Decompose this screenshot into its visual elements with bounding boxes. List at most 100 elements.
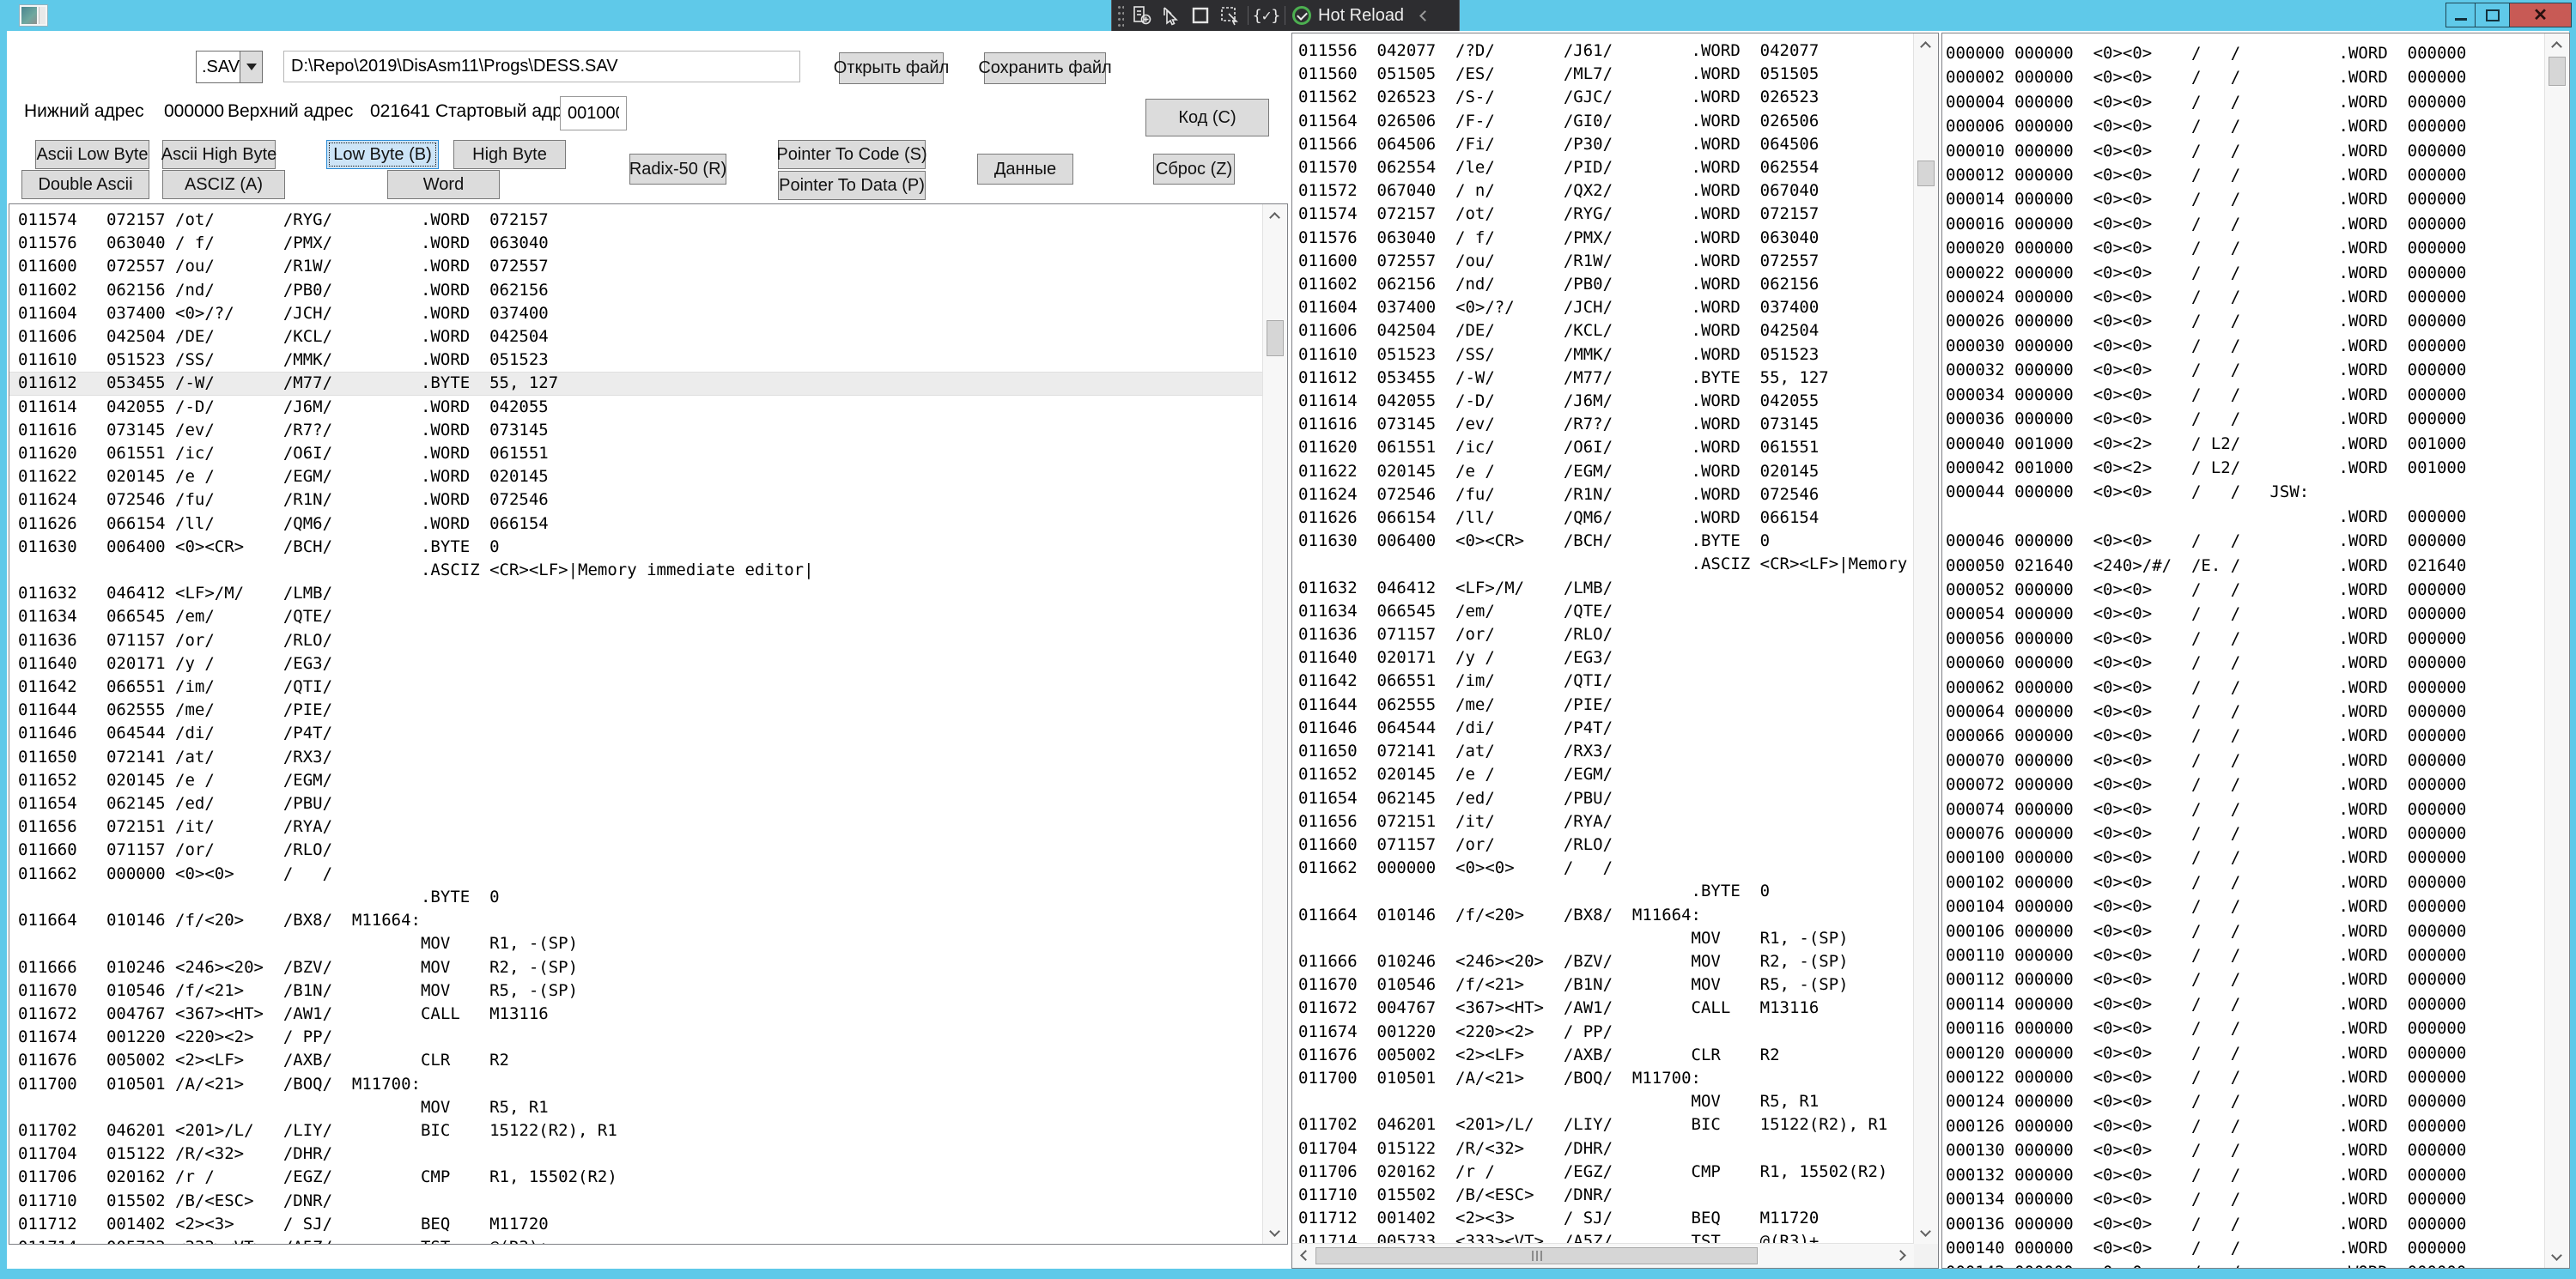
save-file-button[interactable]: Сохранить файл [984, 52, 1106, 84]
data-row-line[interactable]: 011702 046201 <201>/L/ /LIY/ BIC 15122(R… [1292, 1113, 1914, 1137]
data-row-line[interactable]: 000024 000000 <0><0> / / .WORD 000000 [1942, 285, 2545, 309]
data-row-line[interactable]: 011564 026506 /F-/ /GI0/ .WORD 026506 [1292, 110, 1914, 133]
data-row-line[interactable]: 011634 066545 /em/ /QTE/ [9, 605, 1263, 628]
close-button[interactable]: ✕ [2509, 3, 2571, 27]
data-row-line[interactable]: 011660 071157 /or/ /RLO/ [9, 839, 1263, 862]
data-row-line[interactable]: 000052 000000 <0><0> / / .WORD 000000 [1942, 578, 2545, 602]
dropdown-button[interactable] [240, 52, 262, 82]
frame-box-icon[interactable] [1189, 4, 1212, 27]
disassembly-list-middle[interactable]: 011556 042077 /?D/ /J61/ .WORD 042077011… [1292, 39, 1914, 1244]
data-row-line[interactable]: 011612 053455 /-W/ /M77/ .BYTE 55, 127 [1292, 367, 1914, 390]
data-row-line[interactable]: 000140 000000 <0><0> / / .WORD 000000 [1942, 1236, 2545, 1260]
data-row-line[interactable]: 000034 000000 <0><0> / / .WORD 000000 [1942, 383, 2545, 407]
data-row-line[interactable]: 011670 010546 /f/<21> /B1N/ MOV R5, -(SP… [1292, 973, 1914, 997]
data-row-line[interactable]: 011676 005002 <2><LF> /AXB/ CLR R2 [1292, 1044, 1914, 1067]
data-row-line[interactable]: 000050 021640 <240>/#/ /E. / .WORD 02164… [1942, 554, 2545, 578]
data-row-line[interactable]: MOV R1, -(SP) [9, 932, 1263, 955]
data-row-line[interactable]: 011700 010501 /A/<21> /BOQ/ M11700: [9, 1073, 1263, 1096]
data-row-line[interactable]: 011706 020162 /r / /EGZ/ CMP R1, 15502(R… [1292, 1161, 1914, 1184]
data-row-line[interactable]: 000042 001000 <0><2> / L2/ .WORD 001000 [1942, 456, 2545, 480]
data-row-line[interactable]: 011636 071157 /or/ /RLO/ [9, 629, 1263, 652]
data-row-line[interactable]: 011654 062145 /ed/ /PBU/ [1292, 787, 1914, 810]
data-row-line[interactable]: 011670 010546 /f/<21> /B1N/ MOV R5, -(SP… [9, 979, 1263, 1003]
data-row-line[interactable]: 011602 062156 /nd/ /PB0/ .WORD 062156 [9, 279, 1263, 302]
data-row-line[interactable]: 011624 072546 /fu/ /R1N/ .WORD 072546 [9, 488, 1263, 512]
left-vertical-scrollbar[interactable] [1262, 204, 1287, 1244]
data-row-line[interactable]: 011576 063040 / f/ /PMX/ .WORD 063040 [1292, 227, 1914, 250]
data-row-line[interactable]: .WORD 000000 [1942, 505, 2545, 529]
select-frame-icon[interactable] [1218, 4, 1241, 27]
data-row-line[interactable]: 011612 053455 /-W/ /M77/ .BYTE 55, 127 [9, 372, 1263, 395]
data-row-line[interactable]: 011664 010146 /f/<20> /BX8/ M11664: [9, 909, 1263, 932]
scrollbar-thumb[interactable] [1315, 1247, 1758, 1264]
collapse-chevron-icon[interactable] [1419, 10, 1431, 21]
data-row-line[interactable]: 011674 001220 <220><2> / PP/ [1292, 1021, 1914, 1044]
hot-reload-label[interactable]: Hot Reload [1318, 6, 1404, 26]
scroll-up-button[interactable] [1914, 33, 1937, 56]
scroll-down-button[interactable] [1914, 1221, 1937, 1244]
data-row-line[interactable]: 011574 072157 /ot/ /RYG/ .WORD 072157 [1292, 203, 1914, 226]
scroll-up-button[interactable] [2545, 33, 2568, 56]
scroll-down-button[interactable] [1263, 1221, 1286, 1244]
radix50-button[interactable]: Radix-50 (R) [629, 154, 726, 185]
data-row-line[interactable]: 011630 006400 <0><CR> /BCH/ .BYTE 0 [1292, 530, 1914, 553]
data-row-line[interactable]: 011704 015122 /R/<32> /DHR/ [9, 1143, 1263, 1166]
data-row-line[interactable]: 000020 000000 <0><0> / / .WORD 000000 [1942, 236, 2545, 260]
data-row-line[interactable]: 000004 000000 <0><0> / / .WORD 000000 [1942, 90, 2545, 114]
data-row-line[interactable]: 011660 071157 /or/ /RLO/ [1292, 833, 1914, 857]
data-row-line[interactable]: 000010 000000 <0><0> / / .WORD 000000 [1942, 139, 2545, 163]
data-row-line[interactable]: 011610 051523 /SS/ /MMK/ .WORD 051523 [1292, 343, 1914, 367]
data-row-line[interactable]: .BYTE 0 [1292, 880, 1914, 903]
data-row-line[interactable]: 000026 000000 <0><0> / / .WORD 000000 [1942, 309, 2545, 333]
data-row-line[interactable]: 000016 000000 <0><0> / / .WORD 000000 [1942, 212, 2545, 236]
data-row-line[interactable]: 011644 062555 /me/ /PIE/ [1292, 694, 1914, 717]
data-row-line[interactable]: 011662 000000 <0><0> / / [1292, 857, 1914, 880]
data-row-line[interactable]: 011712 001402 <2><3> / SJ/ BEQ M11720 [9, 1213, 1263, 1236]
code-button[interactable]: Код (C) [1145, 99, 1269, 136]
data-row-line[interactable]: 011666 010246 <246><20> /BZV/ MOV R2, -(… [1292, 950, 1914, 973]
data-row-line[interactable]: 000000 000000 <0><0> / / .WORD 000000 [1942, 41, 2545, 65]
data-row-line[interactable]: 000014 000000 <0><0> / / .WORD 000000 [1942, 187, 2545, 211]
select-pointer-icon[interactable] [1160, 4, 1182, 27]
data-row-line[interactable]: 000122 000000 <0><0> / / .WORD 000000 [1942, 1065, 2545, 1089]
data-row-line[interactable]: 011606 042504 /DE/ /KCL/ .WORD 042504 [1292, 319, 1914, 342]
data-row-line[interactable]: MOV R5, R1 [1292, 1090, 1914, 1113]
data-row-line[interactable]: 011642 066551 /im/ /QTI/ [9, 676, 1263, 699]
data-row-line[interactable]: 011656 072151 /it/ /RYA/ [9, 815, 1263, 839]
data-row-line[interactable]: 000046 000000 <0><0> / / .WORD 000000 [1942, 529, 2545, 553]
data-row-line[interactable]: 011672 004767 <367><HT> /AW1/ CALL M1311… [9, 1003, 1263, 1026]
data-row-line[interactable]: 000130 000000 <0><0> / / .WORD 000000 [1942, 1138, 2545, 1162]
data-row-line[interactable]: 000110 000000 <0><0> / / .WORD 000000 [1942, 943, 2545, 967]
data-row-line[interactable]: 011576 063040 / f/ /PMX/ .WORD 063040 [9, 232, 1263, 255]
scroll-down-button[interactable] [2545, 1246, 2568, 1268]
data-row-line[interactable]: 000070 000000 <0><0> / / .WORD 000000 [1942, 749, 2545, 773]
braces-check-icon[interactable]: {✓} [1255, 4, 1278, 27]
data-row-line[interactable]: 000100 000000 <0><0> / / .WORD 000000 [1942, 846, 2545, 870]
data-row-line[interactable]: 000136 000000 <0><0> / / .WORD 000000 [1942, 1212, 2545, 1236]
asciz-button[interactable]: ASCIZ (A) [162, 170, 285, 199]
data-row-line[interactable]: 000054 000000 <0><0> / / .WORD 000000 [1942, 602, 2545, 626]
low-byte-button[interactable]: Low Byte (B) [326, 140, 439, 169]
data-row-line[interactable]: 000040 001000 <0><2> / L2/ .WORD 001000 [1942, 432, 2545, 456]
file-format-select[interactable]: .SAV [196, 51, 263, 83]
data-row-line[interactable]: 011620 061551 /ic/ /O6I/ .WORD 061551 [1292, 436, 1914, 459]
data-row-line[interactable]: 000142 000000 <0><0> / / .WORD 000000 [1942, 1260, 2545, 1268]
data-row-line[interactable]: 011672 004767 <367><HT> /AW1/ CALL M1311… [1292, 997, 1914, 1020]
word-button[interactable]: Word [387, 170, 500, 199]
data-row-line[interactable]: 011562 026523 /S-/ /GJC/ .WORD 026523 [1292, 86, 1914, 109]
data-row-line[interactable]: 000064 000000 <0><0> / / .WORD 000000 [1942, 700, 2545, 724]
data-row-line[interactable]: 011656 072151 /it/ /RYA/ [1292, 810, 1914, 833]
double-ascii-button[interactable]: Double Ascii [21, 170, 149, 199]
middle-vertical-scrollbar[interactable] [1913, 33, 1938, 1244]
data-row-line[interactable]: 011664 010146 /f/<20> /BX8/ M11664: [1292, 904, 1914, 927]
ascii-low-byte-button[interactable]: Ascii Low Byte [35, 140, 149, 169]
toolbar-grip-icon[interactable] [1117, 4, 1124, 27]
data-row-line[interactable]: 011642 066551 /im/ /QTI/ [1292, 670, 1914, 693]
data-row-line[interactable]: 000006 000000 <0><0> / / .WORD 000000 [1942, 114, 2545, 138]
data-row-line[interactable]: 011570 062554 /le/ /PID/ .WORD 062554 [1292, 156, 1914, 179]
data-row-line[interactable]: 011662 000000 <0><0> / / [9, 863, 1263, 886]
data-row-line[interactable]: 011702 046201 <201>/L/ /LIY/ BIC 15122(R… [9, 1119, 1263, 1143]
data-button[interactable]: Данные [977, 154, 1073, 185]
data-row-line[interactable]: 011650 072141 /at/ /RX3/ [1292, 740, 1914, 763]
maximize-button[interactable] [2475, 3, 2509, 27]
